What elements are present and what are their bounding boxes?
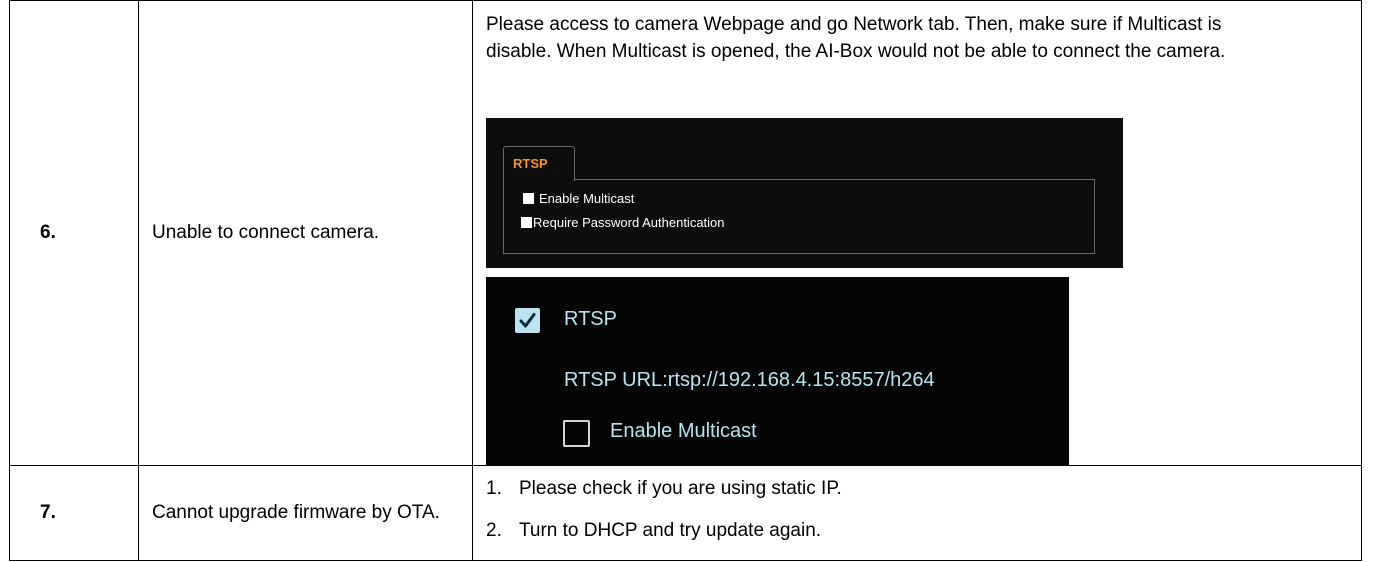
list-number: 1. bbox=[486, 478, 502, 499]
checked-checkbox-icon bbox=[515, 308, 540, 333]
issue-cell: Unable to connect camera. bbox=[138, 0, 473, 466]
list-text: Please check if you are using static IP. bbox=[519, 478, 842, 499]
option-label: Require Password Authentication bbox=[533, 215, 725, 230]
rtsp-url-screenshot: RTSP RTSP URL:rtsp://192.168.4.15:8557/h… bbox=[486, 277, 1069, 465]
enable-multicast-label: Enable Multicast bbox=[610, 420, 757, 442]
table-row: 7. Cannot upgrade firmware by OTA. 1. Pl… bbox=[9, 465, 1362, 561]
enable-multicast-option: Enable Multicast bbox=[523, 191, 634, 206]
list-text: Turn to DHCP and try update again. bbox=[519, 520, 822, 541]
list-number: 2. bbox=[486, 520, 502, 541]
option-label: Enable Multicast bbox=[539, 191, 635, 206]
require-password-option: Require Password Authentication bbox=[521, 215, 725, 230]
rtsp-url-text: RTSP URL:rtsp://192.168.4.15:8557/h264 bbox=[564, 369, 935, 391]
solution-cell: 1. Please check if you are using static … bbox=[472, 465, 1362, 561]
rtsp-options-panel: Enable Multicast Require Password Authen… bbox=[503, 179, 1095, 254]
tab-rtsp-label: RTSP bbox=[513, 156, 548, 171]
troubleshooting-table: 6. Unable to connect camera. Please acce… bbox=[9, 0, 1362, 561]
tab-rtsp: RTSP bbox=[503, 146, 575, 181]
checkbox-icon bbox=[521, 217, 532, 228]
unchecked-checkbox-icon bbox=[563, 420, 590, 447]
checkbox-icon bbox=[523, 193, 534, 204]
row-number: 7. bbox=[9, 465, 139, 561]
solution-text: Please access to camera Webpage and go N… bbox=[486, 14, 1226, 62]
rtsp-label: RTSP bbox=[564, 308, 617, 330]
row-number: 6. bbox=[9, 0, 139, 466]
list-item: 1. Please check if you are using static … bbox=[486, 478, 842, 500]
issue-cell: Cannot upgrade firmware by OTA. bbox=[138, 465, 473, 561]
table-row: 6. Unable to connect camera. Please acce… bbox=[9, 0, 1362, 466]
rtsp-settings-screenshot: RTSP Enable Multicast Require Password A… bbox=[486, 118, 1123, 268]
solution-cell: Please access to camera Webpage and go N… bbox=[472, 0, 1362, 466]
list-item: 2. Turn to DHCP and try update again. bbox=[486, 520, 821, 542]
